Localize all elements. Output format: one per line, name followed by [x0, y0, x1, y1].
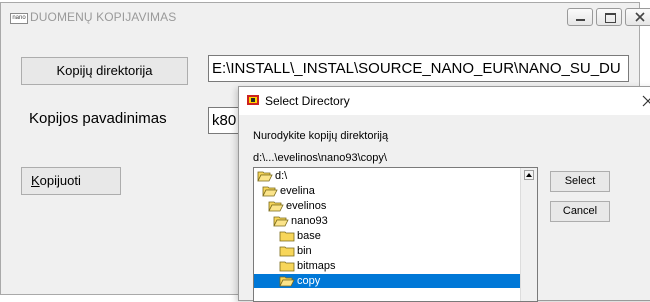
tree-item-bitmaps[interactable]: bitmaps [279, 259, 521, 273]
open-folder-icon [279, 276, 295, 287]
minimize-icon [576, 19, 585, 21]
tree-scrollbar[interactable] [520, 168, 537, 301]
tree-item-evelinos[interactable]: evelinos [268, 199, 521, 213]
select-button[interactable]: Select [550, 171, 610, 192]
app-icon: nano [10, 13, 28, 24]
folder-icon [279, 231, 295, 242]
tree-item-copy-selected[interactable]: copy [254, 274, 521, 288]
backup-directory-field[interactable]: E:\INSTALL\_INSTAL\SOURCE_NANO_EUR\NANO_… [208, 55, 629, 82]
tree-item-label: bin [297, 245, 312, 257]
copy-button-label: opijuoti [39, 173, 81, 188]
tree-item-label: bitmaps [297, 260, 336, 272]
scroll-up-arrow-icon [526, 173, 532, 177]
open-folder-icon [268, 201, 284, 212]
folder-icon [279, 246, 295, 257]
app-icon [247, 95, 259, 105]
dialog-title: Select Directory [265, 94, 350, 108]
open-folder-icon [257, 171, 273, 182]
backup-name-label: Kopijos pavadinimas [29, 110, 167, 127]
tree-item-label: copy [297, 275, 321, 287]
dialog-close-icon[interactable] [642, 95, 650, 107]
directory-tree[interactable]: d:\ evelina evelinos nano93 base bin bit… [253, 167, 538, 302]
tree-item-evelina[interactable]: evelina [262, 184, 521, 198]
copy-button[interactable]: Kopijuoti [21, 167, 121, 195]
tree-item-label: d:\ [275, 170, 288, 182]
cancel-button[interactable]: Cancel [550, 201, 610, 222]
open-folder-icon [262, 186, 278, 197]
folder-icon [279, 261, 295, 272]
tree-item-label: nano93 [291, 215, 328, 227]
copy-button-mnemonic: K [31, 173, 40, 188]
open-folder-icon [273, 216, 289, 227]
tree-item-base[interactable]: base [279, 229, 521, 243]
backup-directory-button[interactable]: Kopijų direktorija [21, 57, 188, 85]
tree-item-label: evelinos [286, 200, 327, 212]
minimize-button[interactable] [567, 8, 593, 26]
tree-item-bin[interactable]: bin [279, 244, 521, 258]
tree-item-label: evelina [280, 185, 315, 197]
main-titlebar[interactable]: nano DUOMENŲ KOPIJAVIMAS [1, 3, 650, 31]
scroll-up-button[interactable] [524, 170, 534, 180]
close-button[interactable] [625, 8, 650, 26]
current-path: d:\...\evelinos\nano93\copy\ [253, 152, 387, 164]
dialog-titlebar[interactable]: Select Directory [239, 87, 650, 115]
close-icon [635, 12, 645, 22]
dialog-prompt: Nurodykite kopijų direktoriją [253, 130, 389, 142]
restore-button[interactable] [596, 8, 622, 26]
tree-item-nano93[interactable]: nano93 [273, 214, 521, 228]
restore-icon [605, 13, 616, 23]
window-title: DUOMENŲ KOPIJAVIMAS [30, 10, 177, 24]
select-directory-dialog: Select Directory Nurodykite kopijų direk… [238, 86, 650, 302]
tree-item-drive[interactable]: d:\ [257, 169, 521, 183]
tree-item-label: base [297, 230, 321, 242]
